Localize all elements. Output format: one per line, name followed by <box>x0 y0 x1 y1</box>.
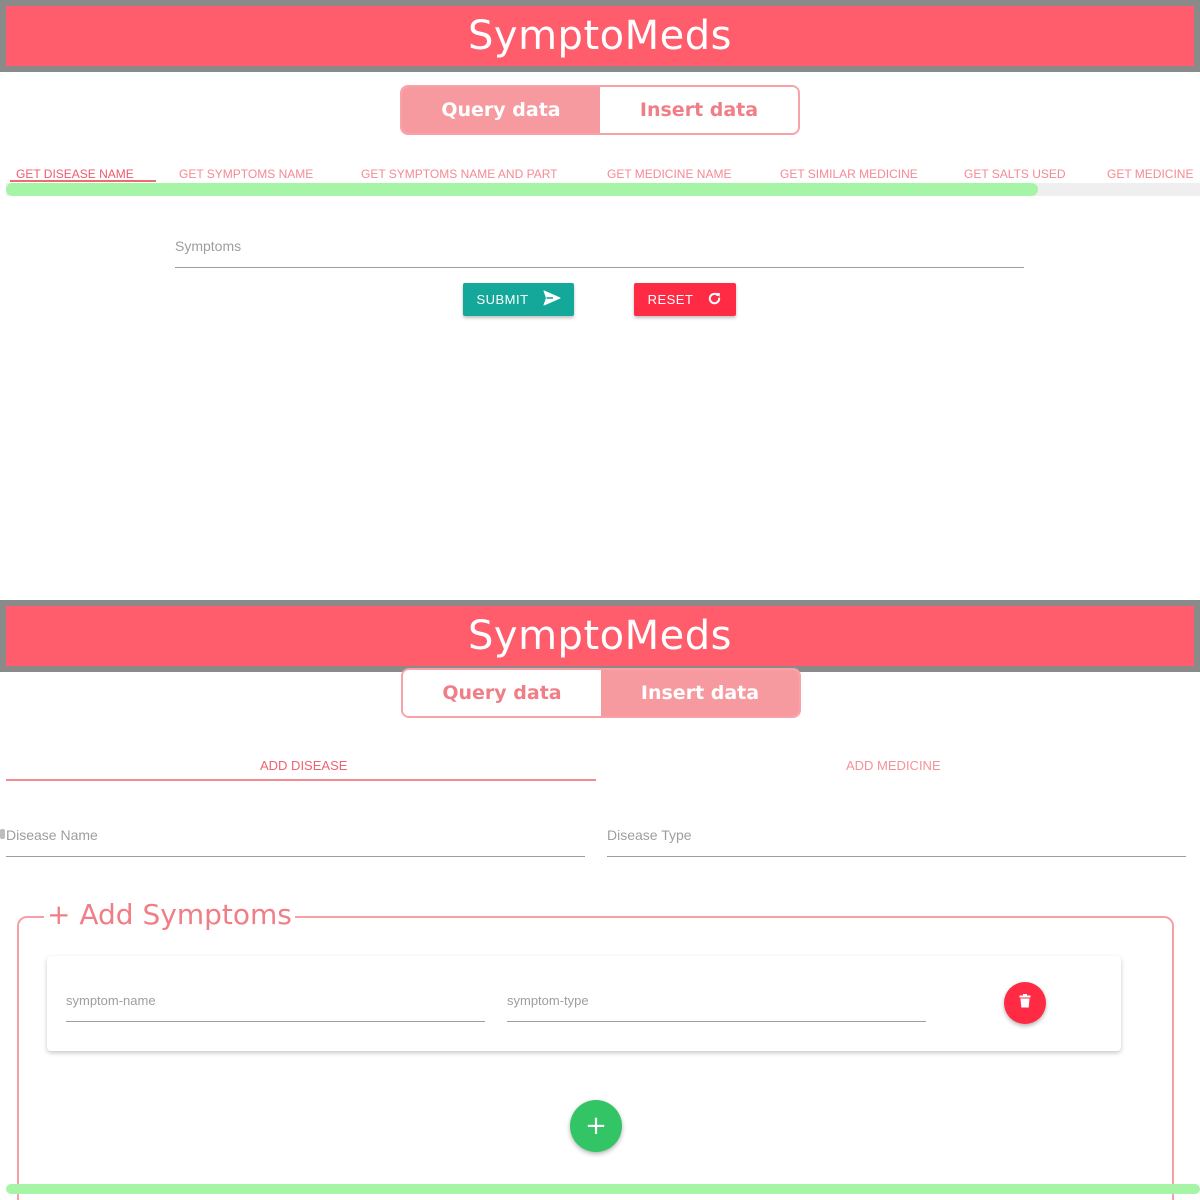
symptoms-input[interactable] <box>175 238 1024 254</box>
delete-symptom-button[interactable] <box>1004 982 1046 1024</box>
tab-add-medicine[interactable]: ADD MEDICINE <box>846 758 941 773</box>
add-symptom-button[interactable]: + <box>570 1100 622 1152</box>
insert-data-screen: SymptoMeds Query data Insert data ADD DI… <box>0 600 1200 1200</box>
add-symptoms-legend[interactable]: + Add Symptoms <box>44 898 295 931</box>
tab-get-medicine[interactable]: GET MEDICINE <box>1107 167 1193 181</box>
tabs-scrollbar-thumb[interactable] <box>6 183 1038 196</box>
active-tab-indicator <box>6 779 596 781</box>
reset-button[interactable]: RESET <box>634 283 736 316</box>
tab-get-disease-name[interactable]: GET DISEASE NAME <box>16 167 134 181</box>
refresh-icon <box>707 291 722 309</box>
page-scrollbar-thumb[interactable] <box>6 1184 1200 1194</box>
app-title: SymptoMeds <box>468 13 732 59</box>
disease-name-input[interactable] <box>6 827 585 843</box>
trash-icon <box>1019 993 1031 1013</box>
symptom-name-input[interactable] <box>66 993 485 1008</box>
insert-data-toggle[interactable]: Insert data <box>600 87 798 133</box>
app-title: SymptoMeds <box>468 613 732 659</box>
disease-type-input[interactable] <box>607 827 1186 843</box>
symptom-type-input[interactable] <box>507 993 926 1008</box>
mode-toggle: Query data Insert data <box>400 85 800 135</box>
symptoms-field <box>175 238 1024 268</box>
submit-button[interactable]: SUBMIT <box>463 283 574 316</box>
tab-add-disease[interactable]: ADD DISEASE <box>260 758 347 773</box>
app-header: SymptoMeds <box>6 6 1194 66</box>
tab-get-medicine-name[interactable]: GET MEDICINE NAME <box>607 167 731 181</box>
active-tab-indicator <box>10 180 156 182</box>
mode-toggle: Query data Insert data <box>401 668 801 718</box>
symptom-type-field <box>507 992 926 1022</box>
app-header: SymptoMeds <box>6 606 1194 666</box>
submit-label: SUBMIT <box>476 292 529 307</box>
plus-icon: + <box>585 1111 607 1141</box>
tab-get-similar-medicine[interactable]: GET SIMILAR MEDICINE <box>780 167 918 181</box>
disease-type-field <box>607 827 1186 857</box>
insert-data-toggle[interactable]: Insert data <box>601 670 799 716</box>
query-data-screen: SymptoMeds Query data Insert data GET DI… <box>0 0 1200 600</box>
disease-name-field <box>6 827 585 857</box>
tab-get-salts-used[interactable]: GET SALTS USED <box>964 167 1066 181</box>
drag-handle <box>0 829 5 839</box>
reset-label: RESET <box>647 292 694 307</box>
tab-get-symptoms-name[interactable]: GET SYMPTOMS NAME <box>179 167 313 181</box>
query-data-toggle[interactable]: Query data <box>402 87 600 133</box>
send-icon <box>543 290 561 309</box>
tab-get-symptoms-name-and-part[interactable]: GET SYMPTOMS NAME AND PART <box>361 167 557 181</box>
symptom-name-field <box>66 992 485 1022</box>
query-data-toggle[interactable]: Query data <box>403 670 601 716</box>
